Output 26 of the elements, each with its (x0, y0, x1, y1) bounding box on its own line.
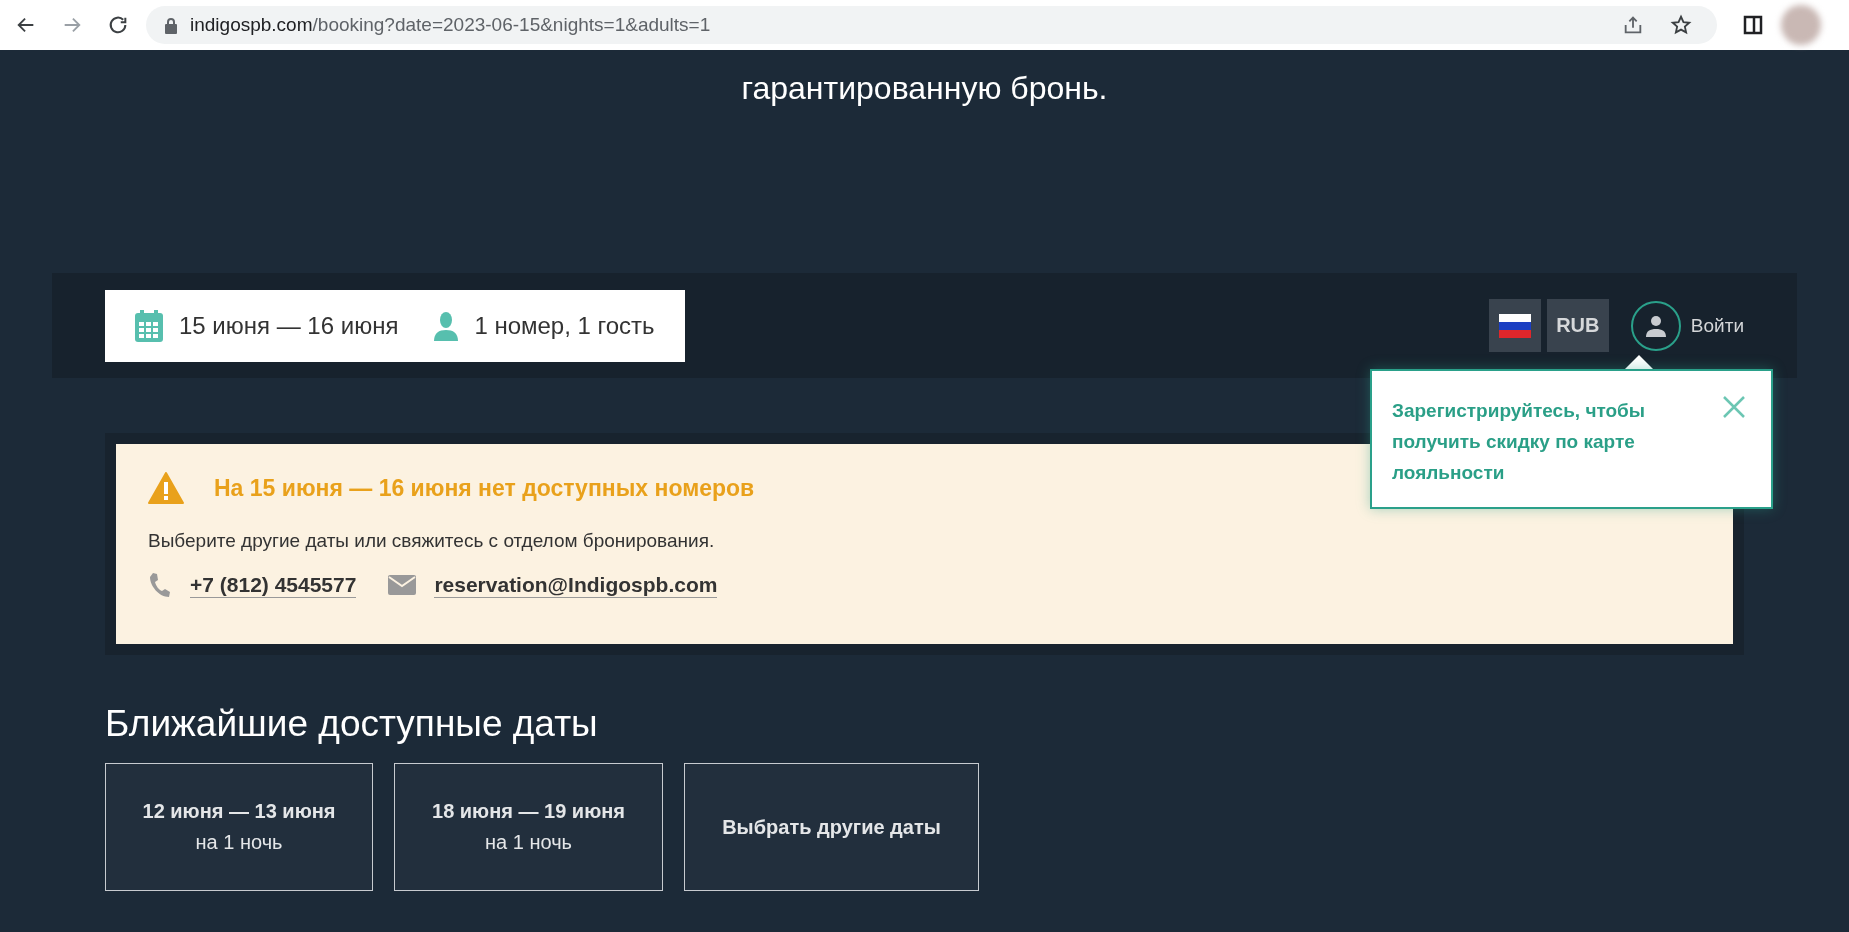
intro-text: гарантированную бронь. (740, 69, 1109, 107)
reload-icon (107, 14, 129, 36)
calendar-icon (135, 309, 163, 342)
user-icon (1644, 314, 1667, 337)
phone-link[interactable]: +7 (812) 4545577 (190, 572, 357, 598)
mail-icon (388, 575, 417, 595)
other-dates-button[interactable]: Выбрать другие даты (684, 763, 979, 891)
lock-icon (164, 16, 178, 34)
alert-message: Выберите другие даты или свяжитесь с отделом бронирования. (148, 530, 716, 552)
currency-button[interactable]: RUB (1546, 299, 1609, 352)
language-button[interactable] (1488, 299, 1541, 352)
section-heading: Ближайшие доступные даты (105, 703, 599, 745)
warning-icon (148, 472, 184, 504)
dates-selector[interactable]: 15 июня — 16 июня (135, 309, 399, 342)
alert-title: На 15 июня — 16 июня нет доступных номеров (214, 474, 755, 502)
flag-icon (1498, 313, 1531, 338)
url-text: indigospb.com/booking?date=2023-06-15&nights=1&adults=1 (190, 14, 711, 36)
date-option[interactable]: 12 июня — 13 июня на 1 ночь (105, 763, 373, 891)
person-icon (434, 310, 459, 341)
tooltip-text: Зарегистрируйтесь, чтобы получить скидку по карте лояльности (1392, 399, 1647, 485)
phone-icon (148, 572, 172, 598)
address-bar[interactable]: indigospb.com/booking?date=2023-06-15&nights=1&adults=1 (146, 6, 1717, 44)
email-link[interactable]: reservation@Indigospb.com (434, 572, 718, 598)
date-option[interactable]: 18 июня — 19 июня на 1 ночь (394, 763, 663, 891)
guests-selector[interactable]: 1 номер, 1 гость (434, 310, 655, 341)
login-button[interactable]: Войти (1630, 300, 1744, 351)
